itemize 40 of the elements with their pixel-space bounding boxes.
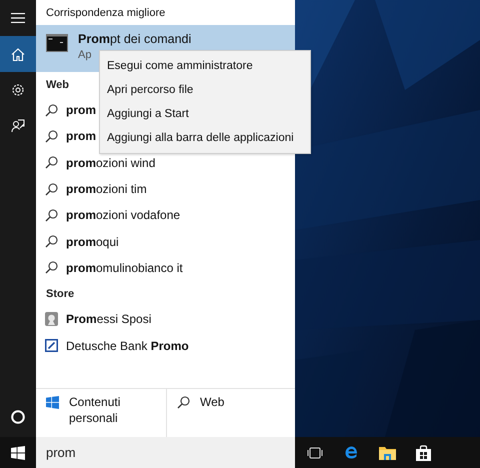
home-button[interactable]: [0, 36, 36, 72]
web-suggestion[interactable]: prom: [66, 129, 96, 144]
menu-icon: [11, 13, 25, 23]
browser-icon: [344, 445, 358, 460]
menu-item[interactable]: Aggiungi alla barra delle applicazioni: [100, 126, 310, 150]
store-result[interactable]: Detusche Bank Promo: [66, 338, 189, 353]
windows-icon: [11, 446, 25, 460]
bank-logo-icon: [45, 339, 58, 352]
web-suggestion[interactable]: prom: [66, 103, 96, 118]
medal-icon: [45, 312, 58, 326]
search-icon: [45, 104, 58, 117]
web-suggestion[interactable]: promozioni vodafone: [66, 208, 180, 222]
folder-icon: [378, 446, 396, 460]
search-icon: [45, 130, 58, 143]
result-title: Prompt dei comandi: [78, 32, 192, 46]
section-heading: Web: [46, 78, 70, 92]
result-subtitle: Ap: [78, 49, 92, 61]
web-suggestion[interactable]: promomulinobianco it: [66, 260, 183, 275]
settings-icon: [11, 83, 25, 97]
terminal-icon: [46, 34, 68, 52]
search-icon: [45, 156, 58, 170]
menu-item[interactable]: Aggiungi a Start: [100, 102, 310, 126]
search-icon: [45, 235, 58, 248]
web-suggestion[interactable]: promozioni wind: [66, 156, 156, 170]
task-view-icon: [307, 446, 323, 458]
web-suggestion[interactable]: promozioni tim: [66, 182, 147, 196]
search-icon: [45, 261, 58, 274]
section-heading: Store: [46, 286, 74, 302]
store-bag-icon: [416, 444, 430, 460]
search-icon: [177, 396, 190, 409]
search-icon: [45, 208, 58, 222]
circle-icon: [11, 410, 25, 424]
menu-item[interactable]: Apri percorso file: [100, 78, 310, 102]
feedback-icon: [11, 119, 25, 133]
windows-icon: [46, 396, 59, 409]
search-icon: [45, 182, 58, 196]
home-icon: [11, 48, 25, 60]
section-heading: Corrispondenza migliore: [46, 6, 166, 20]
store-result[interactable]: Promessi Sposi: [66, 312, 152, 326]
web-suggestion[interactable]: promoqui: [66, 234, 119, 249]
